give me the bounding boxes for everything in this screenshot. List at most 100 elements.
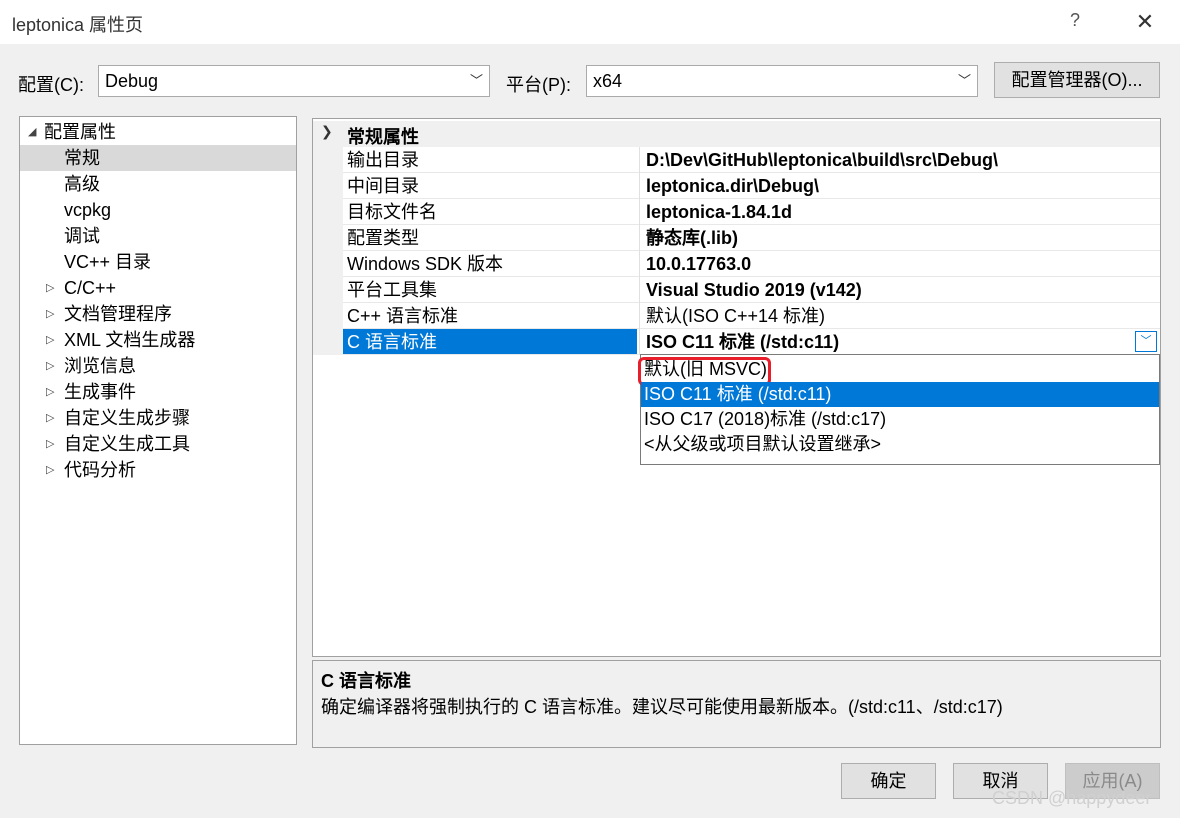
tree-item-label: VC++ 目录 (64, 252, 152, 272)
chevron-down-icon: ﹀ (957, 73, 971, 88)
tree-group-browse-info[interactable]: ▷ 浏览信息 (20, 353, 296, 379)
chevron-down-icon: ﹀ (469, 73, 483, 88)
property-value: Visual Studio 2019 (v142) (646, 280, 862, 300)
platform-label: 平台(P): (506, 75, 571, 95)
category-header[interactable]: ❯ 常规属性 (313, 121, 1160, 147)
row-gutter (313, 173, 343, 199)
dropdown-option[interactable]: ISO C17 (2018)标准 (/std:c17) (641, 407, 1159, 432)
property-value: leptonica.dir\Debug\ (646, 176, 820, 196)
dropdown-option[interactable]: 默认(旧 MSVC) (638, 357, 1159, 386)
property-value: 10.0.17763.0 (646, 254, 752, 274)
tree-item-vcpkg[interactable]: vcpkg (20, 197, 296, 223)
tree-group-label: 自定义生成步骤 (64, 408, 190, 428)
property-value: D:\Dev\GitHub\leptonica\build\src\Debug\ (646, 150, 999, 170)
tree-item-label: 调试 (64, 226, 100, 246)
property-name: 输出目录 (347, 150, 419, 170)
dropdown-toggle-button[interactable]: ﹀ (1135, 331, 1157, 352)
chevron-down-icon: ❯ (321, 123, 333, 139)
property-name: Windows SDK 版本 (347, 254, 504, 274)
property-row[interactable]: C++ 语言标准 默认(ISO C++14 标准) (313, 303, 1160, 329)
tree-item-label: vcpkg (64, 200, 112, 220)
collapsed-triangle-icon: ▷ (46, 412, 55, 424)
tree-group-label: XML 文档生成器 (64, 330, 196, 350)
collapsed-triangle-icon: ▷ (46, 386, 55, 398)
property-row[interactable]: Windows SDK 版本 10.0.17763.0 (313, 251, 1160, 277)
row-gutter (313, 329, 343, 355)
property-row[interactable]: 中间目录 leptonica.dir\Debug\ (313, 173, 1160, 199)
property-row-selected[interactable]: C 语言标准 ISO C11 标准 (/std:c11) ﹀ (313, 329, 1160, 355)
tree-group-xml-doc[interactable]: ▷ XML 文档生成器 (20, 327, 296, 353)
property-row[interactable]: 平台工具集 Visual Studio 2019 (v142) (313, 277, 1160, 303)
title-bar: leptonica 属性页 ? ✕ (0, 0, 1180, 44)
column-divider (639, 251, 640, 277)
property-name: 配置类型 (347, 228, 419, 248)
tree-item-general[interactable]: 常规 (20, 145, 296, 171)
category-name: 常规属性 (347, 127, 419, 147)
close-icon[interactable]: ✕ (1128, 6, 1162, 38)
tree-item-advanced[interactable]: 高级 (20, 171, 296, 197)
tree-group-custom-build-tool[interactable]: ▷ 自定义生成工具 (20, 431, 296, 457)
property-name: C++ 语言标准 (347, 306, 459, 326)
tree-root-label: 配置属性 (44, 122, 116, 142)
tree-item-label: 高级 (64, 174, 100, 194)
tree-item-label: 常规 (64, 148, 100, 168)
column-divider (639, 173, 640, 199)
config-manager-button[interactable]: 配置管理器(O)... (994, 62, 1160, 98)
config-select[interactable]: Debug ﹀ (98, 65, 490, 97)
option-label: ISO C17 (2018)标准 (/std:c17) (644, 409, 887, 429)
tree-group-label: C/C++ (64, 278, 117, 298)
description-text: 确定编译器将强制执行的 C 语言标准。建议尽可能使用最新版本。(/std:c11… (321, 697, 1003, 717)
tree-group-label: 生成事件 (64, 382, 136, 402)
dropdown-option[interactable]: <从父级或项目默认设置继承> (641, 432, 1159, 457)
row-gutter (313, 277, 343, 303)
tree-group-label: 浏览信息 (64, 356, 136, 376)
property-row[interactable]: 配置类型 静态库(.lib) (313, 225, 1160, 251)
tree-item-debugging[interactable]: 调试 (20, 223, 296, 249)
tree-group-label: 自定义生成工具 (64, 434, 190, 454)
property-row[interactable]: 输出目录 D:\Dev\GitHub\leptonica\build\src\D… (313, 147, 1160, 173)
tree-root[interactable]: ◢ 配置属性 (20, 119, 296, 145)
option-label: ISO C11 标准 (/std:c11) (644, 384, 832, 404)
collapsed-triangle-icon: ▷ (46, 360, 55, 372)
column-divider (639, 199, 640, 225)
c-standard-dropdown-list: 默认(旧 MSVC) ISO C11 标准 (/std:c11) ISO C17… (638, 354, 1160, 465)
collapsed-triangle-icon: ▷ (46, 282, 55, 294)
row-gutter (313, 199, 343, 225)
column-divider (639, 329, 640, 355)
ok-button[interactable]: 确定 (841, 763, 936, 799)
tree-item-vc-directories[interactable]: VC++ 目录 (20, 249, 296, 275)
description-panel: C 语言标准 确定编译器将强制执行的 C 语言标准。建议尽可能使用最新版本。(/… (312, 660, 1161, 748)
property-name: 中间目录 (347, 176, 419, 196)
property-tree: ◢ 配置属性 常规 高级 vcpkg 调试 VC++ 目录 ▷ C/C++ ▷ … (19, 116, 297, 745)
property-name: 平台工具集 (347, 280, 437, 300)
tree-group-code-analysis[interactable]: ▷ 代码分析 (20, 457, 296, 483)
option-label: <从父级或项目默认设置继承> (644, 434, 882, 454)
collapsed-triangle-icon: ▷ (46, 438, 55, 450)
tree-group-label: 文档管理程序 (64, 304, 172, 324)
watermark: CSDN @happydeer (992, 788, 1152, 808)
window-title: leptonica 属性页 (12, 15, 144, 35)
collapsed-triangle-icon: ▷ (46, 308, 55, 320)
column-divider (639, 277, 640, 303)
row-gutter (313, 147, 343, 173)
help-button[interactable]: ? (1064, 10, 1086, 34)
property-row[interactable]: 目标文件名 leptonica-1.84.1d (313, 199, 1160, 225)
dropdown-option-selected[interactable]: ISO C11 标准 (/std:c11) (641, 382, 1159, 407)
property-value: leptonica-1.84.1d (646, 202, 793, 222)
column-divider (639, 147, 640, 173)
row-gutter (313, 251, 343, 277)
platform-select[interactable]: x64 ﹀ (586, 65, 978, 97)
config-label: 配置(C): (18, 75, 84, 95)
config-value: Debug (105, 71, 159, 91)
tree-group-cpp[interactable]: ▷ C/C++ (20, 275, 296, 301)
collapsed-triangle-icon: ▷ (46, 464, 55, 476)
tree-group-doc-manager[interactable]: ▷ 文档管理程序 (20, 301, 296, 327)
column-divider (639, 303, 640, 329)
property-name: C 语言标准 (343, 329, 637, 354)
tree-group-label: 代码分析 (64, 460, 136, 480)
tree-group-custom-build-step[interactable]: ▷ 自定义生成步骤 (20, 405, 296, 431)
tree-group-build-events[interactable]: ▷ 生成事件 (20, 379, 296, 405)
collapsed-triangle-icon: ▷ (46, 334, 55, 346)
row-gutter (313, 303, 343, 329)
property-name: 目标文件名 (347, 202, 437, 222)
